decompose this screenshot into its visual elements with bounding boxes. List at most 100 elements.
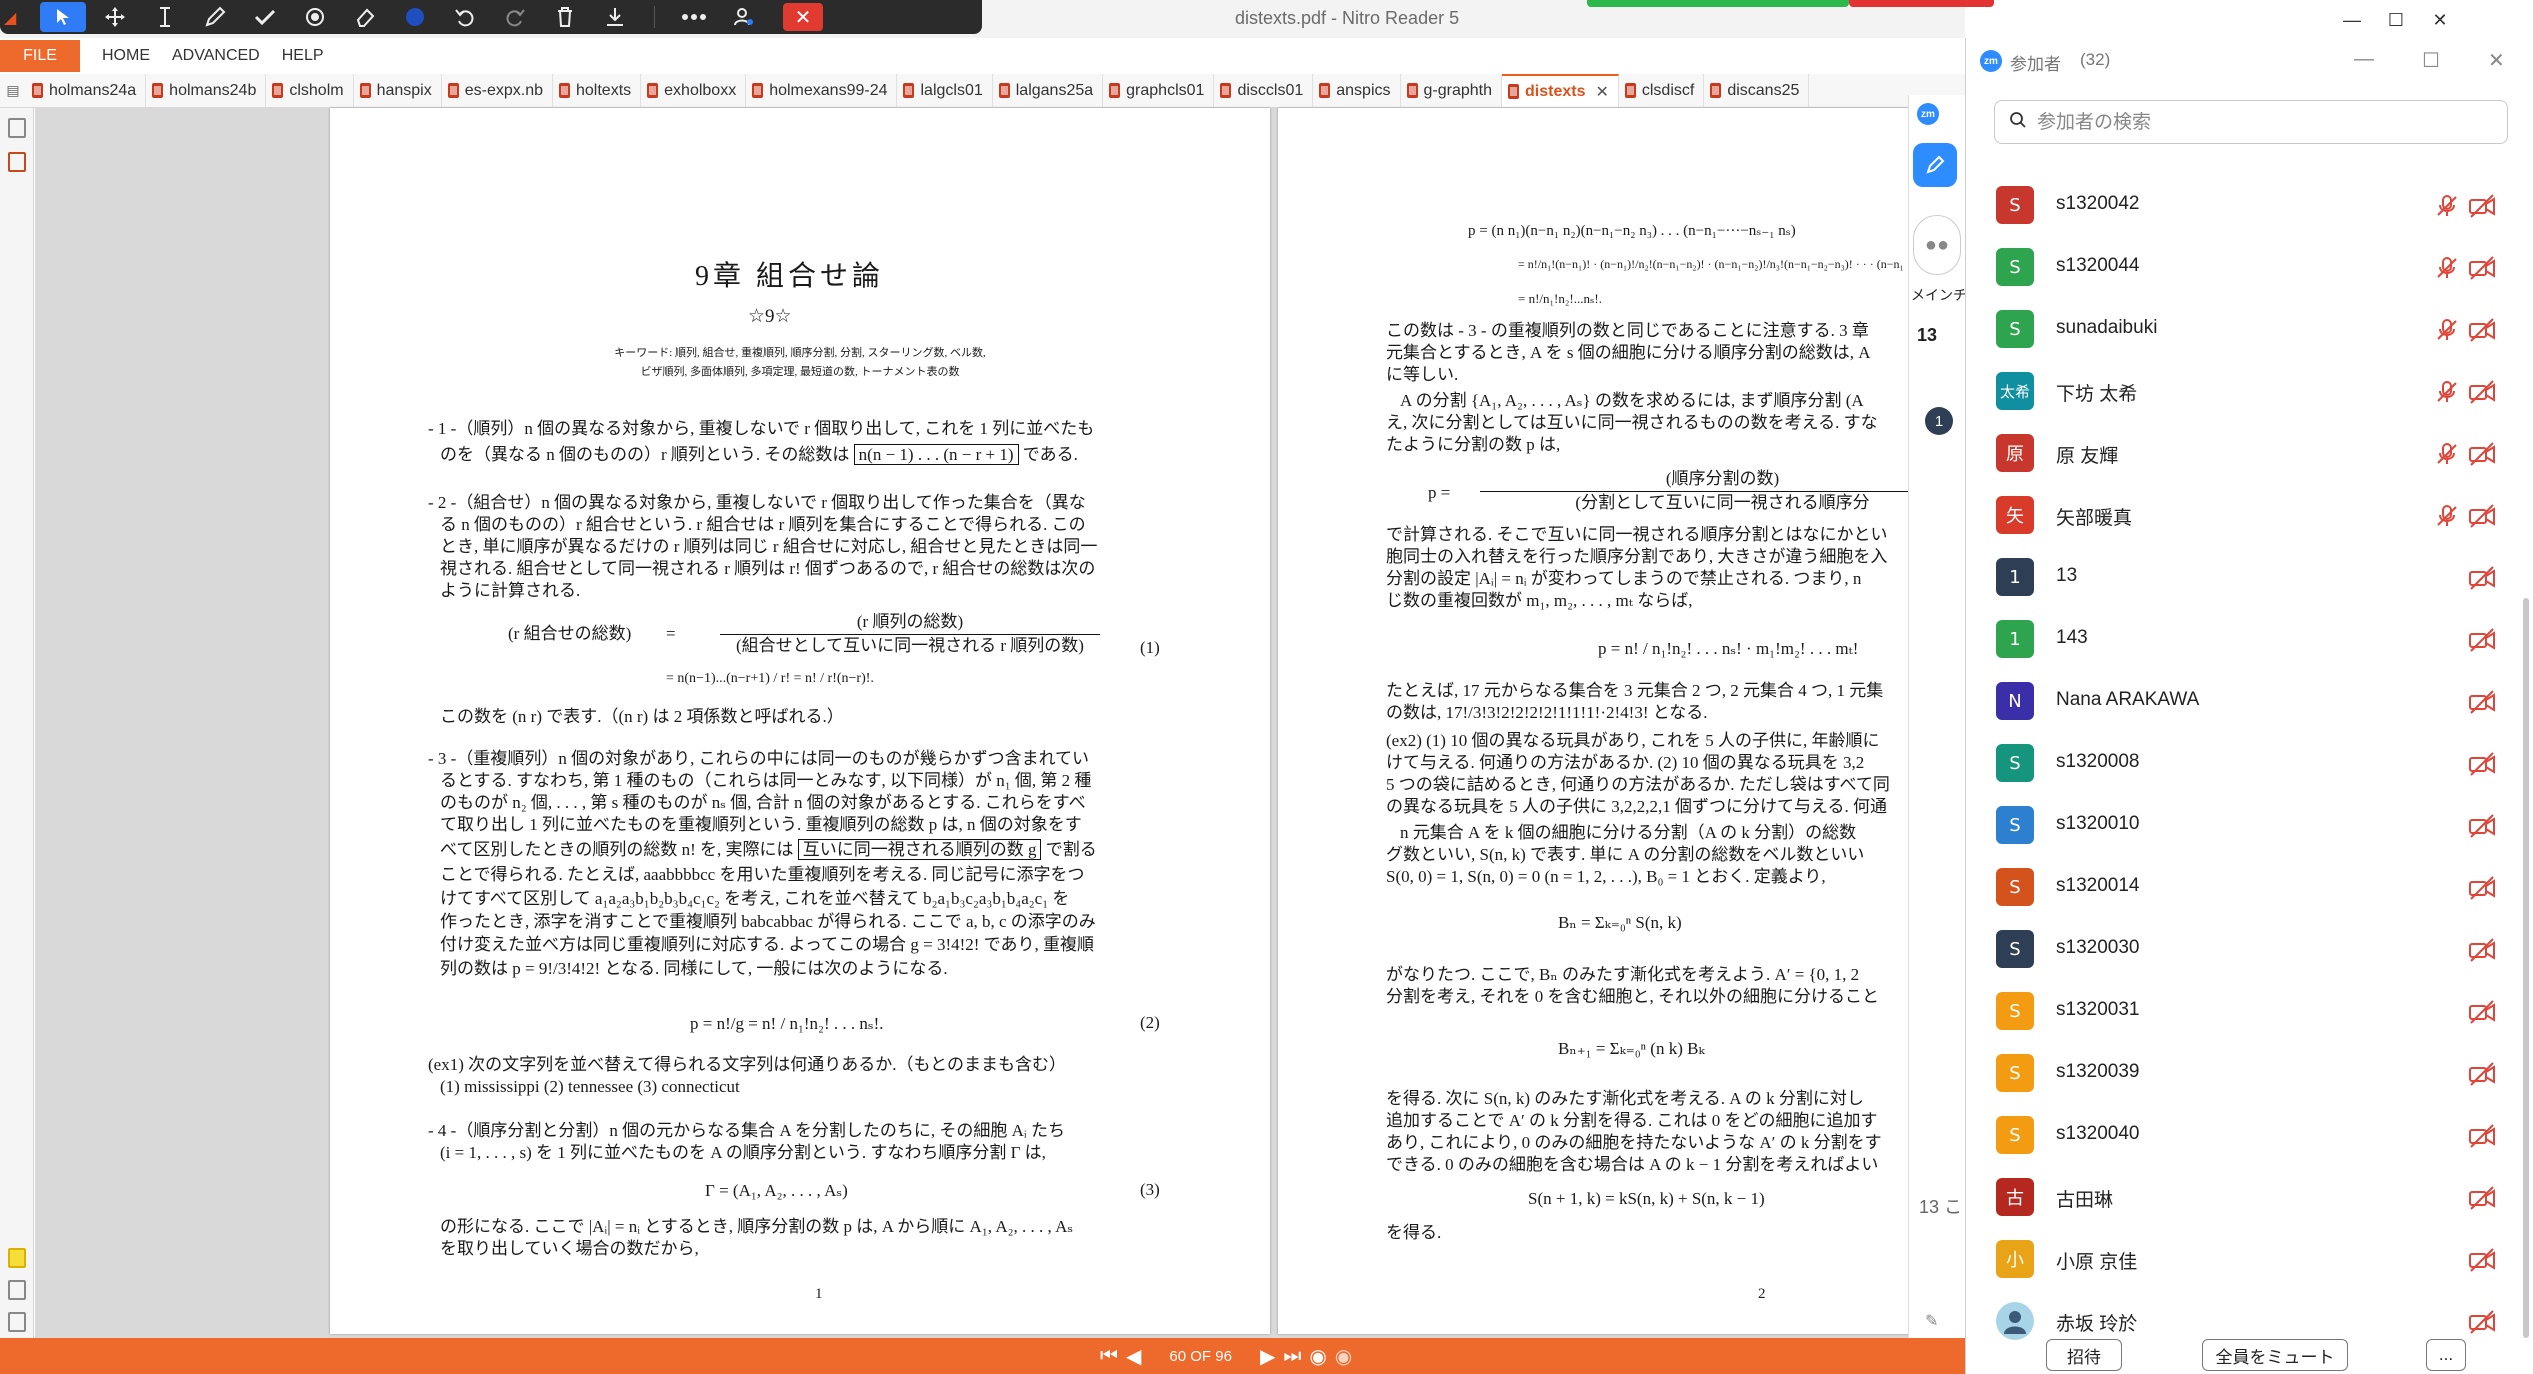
panel-minimize-icon[interactable]: — [2354, 48, 2374, 71]
text-cursor-tool[interactable] [140, 0, 190, 34]
color-picker-icon[interactable] [390, 0, 440, 34]
move-tool-icon[interactable] [90, 0, 140, 34]
pen-tool-icon[interactable] [190, 0, 240, 34]
document-tab[interactable]: hanspix [354, 74, 442, 107]
participant-row[interactable]: N Nana ARAKAWA [1966, 670, 2502, 732]
minimize-button[interactable]: — [2330, 6, 2374, 34]
mic-muted-icon[interactable] [2434, 193, 2460, 219]
menu-help[interactable]: HELP [282, 47, 324, 65]
mic-muted-icon[interactable] [2434, 317, 2460, 343]
stamp-tool-icon[interactable] [290, 0, 340, 34]
document-tab[interactable]: holmans24a [26, 74, 147, 107]
document-tab[interactable]: graphcls01 [1103, 74, 1215, 107]
video-off-icon[interactable] [2468, 813, 2496, 839]
video-off-icon[interactable] [2468, 999, 2496, 1025]
edit-icon[interactable] [1913, 143, 1957, 187]
next-page-icon[interactable]: ▶ [1260, 1344, 1275, 1369]
output-panel-icon[interactable] [8, 1312, 26, 1332]
document-tab[interactable]: lalgcls01 [897, 74, 993, 107]
undo-icon[interactable] [440, 0, 490, 34]
close-tab-icon[interactable]: ✕ [1595, 82, 1608, 102]
comments-panel-icon[interactable] [8, 1248, 26, 1268]
trash-icon[interactable] [540, 0, 590, 34]
video-off-icon[interactable] [2468, 379, 2496, 405]
participant-row[interactable]: 原 原 友輝 [1966, 422, 2502, 484]
document-tab[interactable]: disccls01 [1214, 74, 1314, 107]
check-tool-icon[interactable] [240, 0, 290, 34]
panel-maximize-icon[interactable]: ☐ [2422, 48, 2440, 73]
participant-row[interactable]: Ss1320010 [1966, 794, 2502, 856]
participants-group-icon[interactable]: ●● [1913, 215, 1961, 275]
pages-panel-icon[interactable] [8, 118, 26, 138]
document-tab[interactable]: discans25 [1704, 74, 1810, 107]
participant-row[interactable]: 太希 下坊 太希 [1966, 360, 2502, 422]
panel-close-icon[interactable]: ✕ [2488, 48, 2505, 73]
video-off-icon[interactable] [2468, 1247, 2496, 1273]
forward-view-icon[interactable]: ◉ [1335, 1344, 1352, 1369]
document-tab[interactable]: clsholm [266, 74, 354, 107]
user-settings-icon[interactable] [719, 0, 769, 34]
document-tab[interactable]: es-expx.nb [442, 74, 553, 107]
mic-muted-icon[interactable] [2434, 441, 2460, 467]
participant-row[interactable]: Ss1320040 [1966, 1104, 2502, 1166]
participant-row[interactable]: Ss1320014 [1966, 856, 2502, 918]
video-off-icon[interactable] [2468, 503, 2496, 529]
maximize-button[interactable]: ☐ [2374, 6, 2418, 34]
mic-muted-icon[interactable] [2434, 379, 2460, 405]
more-options-icon[interactable] [669, 0, 719, 34]
mute-all-button[interactable]: 全員をミュート [2202, 1339, 2348, 1371]
participant-row[interactable]: Ss1320030 [1966, 918, 2502, 980]
last-page-icon[interactable]: ⏭ [1283, 1345, 1301, 1368]
participant-row[interactable]: Ss1320039 [1966, 1042, 2502, 1104]
invite-button[interactable]: 招待 [2046, 1339, 2122, 1371]
eraser-tool-icon[interactable] [340, 0, 390, 34]
video-off-icon[interactable] [2468, 1185, 2496, 1211]
document-tab[interactable]: distexts ✕ [1502, 74, 1619, 107]
tab-list-icon[interactable]: ▤ [0, 74, 26, 107]
participant-row[interactable]: 1 13 [1966, 546, 2502, 608]
redo-icon[interactable] [490, 0, 540, 34]
video-off-icon[interactable] [2468, 627, 2496, 653]
previous-page-icon[interactable]: ◀ [1126, 1344, 1141, 1369]
attachments-panel-icon[interactable] [8, 1280, 26, 1300]
video-off-icon[interactable] [2468, 937, 2496, 963]
participant-row[interactable]: Ss1320031 [1966, 980, 2502, 1042]
document-tab[interactable]: clsdiscf [1619, 74, 1705, 107]
participant-row[interactable]: 古 古田琳 [1966, 1166, 2502, 1228]
page-indicator[interactable]: 60 OF 96 [1169, 1348, 1232, 1365]
video-off-icon[interactable] [2468, 255, 2496, 281]
more-options-button[interactable]: ... [2426, 1339, 2466, 1371]
participant-row[interactable]: 小 小原 京佳 [1966, 1228, 2502, 1290]
document-tab[interactable]: holtexts [553, 74, 642, 107]
mic-muted-icon[interactable] [2434, 255, 2460, 281]
video-off-icon[interactable] [2468, 1309, 2496, 1335]
document-tab[interactable]: holmans24b [146, 74, 267, 107]
first-page-icon[interactable]: ⏮ [1100, 1345, 1118, 1368]
menu-advanced[interactable]: ADVANCED [172, 47, 260, 65]
participant-row[interactable]: Ss1320008 [1966, 732, 2502, 794]
video-off-icon[interactable] [2468, 441, 2496, 467]
video-off-icon[interactable] [2468, 1123, 2496, 1149]
document-tab[interactable]: lalgans25a [993, 74, 1104, 107]
participant-row[interactable]: 矢 矢部暖真 [1966, 484, 2502, 546]
menu-home[interactable]: HOME [102, 47, 150, 65]
participant-row[interactable]: Ss1320044 [1966, 236, 2502, 298]
compose-icon[interactable]: ✎ [1925, 1311, 1938, 1331]
participant-list-scrollbar[interactable] [2523, 598, 2529, 1338]
participant-row[interactable]: Ss1320042 [1966, 174, 2502, 236]
select-arrow-tool[interactable] [40, 2, 86, 32]
document-tab[interactable]: exholboxx [641, 74, 747, 107]
mic-muted-icon[interactable] [2434, 503, 2460, 529]
close-button[interactable]: ✕ [2418, 6, 2462, 34]
download-icon[interactable] [590, 0, 640, 34]
video-off-icon[interactable] [2468, 689, 2496, 715]
participant-search-input[interactable] [2037, 109, 2497, 137]
file-menu[interactable]: FILE [0, 40, 80, 72]
document-tab[interactable]: g-graphth [1401, 74, 1502, 107]
video-off-icon[interactable] [2468, 875, 2496, 901]
back-view-icon[interactable]: ◉ [1309, 1344, 1326, 1369]
video-off-icon[interactable] [2468, 193, 2496, 219]
video-off-icon[interactable] [2468, 565, 2496, 591]
video-off-icon[interactable] [2468, 751, 2496, 777]
video-off-icon[interactable] [2468, 317, 2496, 343]
